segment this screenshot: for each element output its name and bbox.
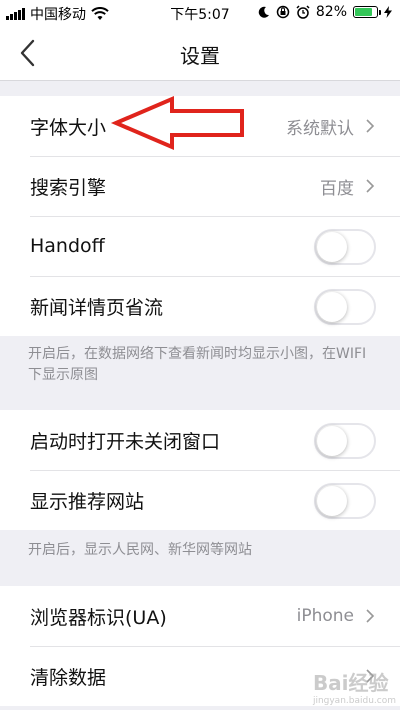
settings-group-startup: 启动时打开未关闭窗口 显示推荐网站 [0, 410, 400, 530]
recommended-sites-row: 显示推荐网站 [0, 470, 400, 530]
search-engine-row[interactable]: 搜索引擎 百度 [0, 156, 400, 216]
user-agent-label: 浏览器标识(UA) [30, 606, 167, 629]
battery-percent: 82% [315, 4, 347, 20]
clear-data-label: 清除数据 [30, 666, 107, 689]
chevron-right-icon [366, 609, 375, 623]
handoff-label: Handoff [30, 235, 105, 257]
font-size-row[interactable]: 字体大小 系统默认 [0, 96, 400, 156]
recommended-sites-toggle[interactable] [314, 483, 376, 519]
chevron-right-icon [366, 179, 375, 193]
search-engine-label: 搜索引擎 [30, 176, 107, 199]
recommended-sites-footnote: 开启后，显示人民网、新华网等网站 [28, 542, 252, 558]
moon-icon [258, 6, 269, 18]
toggle-knob [317, 292, 347, 322]
battery-fill [355, 8, 373, 16]
handoff-row: Handoff [0, 216, 400, 276]
restore-tabs-label: 启动时打开未关闭窗口 [30, 430, 221, 453]
toggle-knob [317, 426, 347, 456]
recommended-sites-label: 显示推荐网站 [30, 490, 145, 513]
search-engine-value: 百度 [320, 178, 354, 199]
status-right: 82% [258, 4, 392, 20]
toggle-knob [317, 486, 347, 516]
user-agent-row[interactable]: 浏览器标识(UA) iPhone [0, 586, 400, 646]
alarm-icon [296, 5, 310, 19]
news-data-saver-footnote: 开启后，在数据网络下查看新闻时均显示小图，在WIFI下显示原图 [28, 346, 367, 383]
chevron-right-icon [366, 119, 375, 133]
restore-tabs-toggle[interactable] [314, 423, 376, 459]
page-title: 设置 [180, 44, 220, 68]
status-bar: 中国移动 下午5:07 82% [0, 0, 400, 26]
lock-rotation-icon [276, 5, 290, 19]
handoff-toggle[interactable] [314, 229, 376, 265]
toggle-knob [317, 232, 347, 262]
settings-group-display: 字体大小 系统默认 搜索引擎 百度 Handoff 新闻详情页省流 [0, 96, 400, 336]
news-data-saver-label: 新闻详情页省流 [30, 296, 164, 319]
font-size-label: 字体大小 [30, 116, 107, 139]
font-size-value: 系统默认 [286, 118, 354, 139]
watermark-logo: Bai经验 jingyan.baidu.com [312, 671, 396, 706]
user-agent-value: iPhone [296, 606, 354, 626]
charging-icon [384, 6, 392, 18]
battery-icon [353, 6, 381, 18]
news-data-saver-toggle[interactable] [314, 289, 376, 325]
restore-tabs-row: 启动时打开未关闭窗口 [0, 410, 400, 470]
news-data-saver-row: 新闻详情页省流 [0, 276, 400, 336]
navigation-bar: 设置 [0, 26, 400, 81]
